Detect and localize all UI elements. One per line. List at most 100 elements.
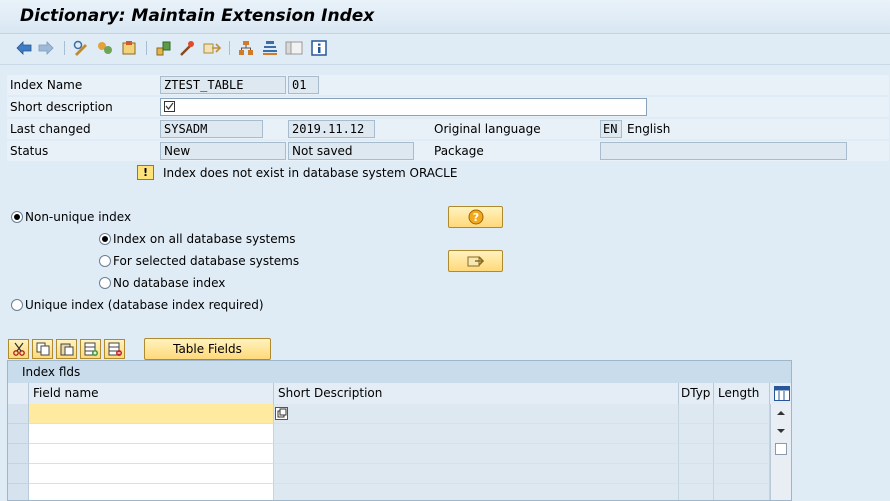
- display-change-icon[interactable]: [73, 39, 91, 57]
- short-description-input[interactable]: [160, 98, 647, 116]
- application-toolbar: [0, 34, 890, 65]
- insert-row-button[interactable]: [80, 339, 101, 359]
- non-unique-index-label: Non-unique index: [25, 210, 132, 224]
- index-name-field[interactable]: ZTEST_TABLE: [160, 76, 286, 94]
- index-fields-table: Index flds Field name Short Description …: [7, 360, 792, 501]
- original-language-code-field[interactable]: EN: [600, 120, 622, 138]
- paste-icon: [60, 343, 73, 356]
- other-object-icon[interactable]: [96, 39, 114, 57]
- toolbar-separator: [64, 41, 65, 55]
- toolbar-separator: [229, 41, 230, 55]
- object-list-icon[interactable]: [237, 39, 255, 57]
- forward-icon[interactable]: [37, 39, 55, 57]
- index-id-field[interactable]: 01: [288, 76, 319, 94]
- status-label: Status: [10, 144, 49, 158]
- table-row: [8, 484, 778, 500]
- row-selector[interactable]: [8, 484, 29, 500]
- status-field[interactable]: New: [160, 142, 286, 160]
- back-icon[interactable]: [15, 39, 33, 57]
- length-cell: [714, 404, 770, 424]
- table-row: [8, 444, 778, 464]
- warning-message: Index does not exist in database system …: [163, 166, 458, 180]
- copy-icon: [36, 342, 49, 356]
- short-description-cell: [274, 484, 679, 500]
- svg-text:?: ?: [472, 211, 478, 224]
- unique-index-radio[interactable]: [11, 299, 23, 311]
- question-icon: ?: [468, 209, 483, 225]
- table-row: [8, 404, 778, 424]
- unique-index-label: Unique index (database index required): [25, 298, 264, 312]
- scroll-down-icon[interactable]: [776, 427, 786, 435]
- last-changed-user-field[interactable]: SYSADM: [160, 120, 263, 138]
- help-button[interactable]: ?: [448, 206, 503, 228]
- header-corner[interactable]: [8, 383, 29, 404]
- row-selector[interactable]: [8, 464, 29, 484]
- delete-row-icon: [108, 342, 122, 356]
- required-check-icon: [164, 101, 175, 112]
- copy-button[interactable]: [32, 339, 53, 359]
- no-database-index-radio[interactable]: [99, 277, 111, 289]
- length-cell: [714, 444, 770, 464]
- warning-icon: !: [137, 165, 154, 180]
- length-cell: [714, 424, 770, 444]
- package-field[interactable]: [600, 142, 847, 160]
- row-index-name: [7, 75, 889, 95]
- all-database-systems-radio[interactable]: [99, 233, 111, 245]
- short-description-label: Short description: [10, 100, 113, 114]
- field-name-cell[interactable]: [29, 464, 274, 484]
- selected-database-systems-radio[interactable]: [99, 255, 111, 267]
- column-header-dtyp[interactable]: DTyp: [679, 383, 714, 404]
- length-cell: [714, 484, 770, 500]
- paste-button[interactable]: [56, 339, 77, 359]
- row-selector[interactable]: [8, 404, 29, 424]
- navigation-window-icon[interactable]: [261, 39, 279, 57]
- database-systems-button[interactable]: [448, 250, 503, 272]
- table-title-bar: Index flds: [8, 361, 791, 383]
- length-cell: [714, 464, 770, 484]
- column-header-length[interactable]: Length: [714, 383, 770, 404]
- dtyp-cell: [679, 444, 714, 464]
- column-header-field-name[interactable]: Field name: [29, 383, 274, 404]
- save-status-field[interactable]: Not saved: [288, 142, 414, 160]
- where-used-icon[interactable]: [203, 39, 221, 57]
- value-help-icon[interactable]: [275, 407, 288, 420]
- info-icon[interactable]: [310, 39, 328, 57]
- dtyp-cell: [679, 484, 714, 500]
- row-selector[interactable]: [8, 444, 29, 464]
- field-name-cell[interactable]: [29, 484, 274, 500]
- table-title: Index flds: [22, 365, 81, 379]
- table-fields-button[interactable]: Table Fields: [144, 338, 271, 360]
- selected-database-systems-label: For selected database systems: [113, 254, 300, 268]
- non-unique-index-radio[interactable]: [11, 211, 23, 223]
- index-name-label: Index Name: [10, 78, 83, 92]
- delete-row-button[interactable]: [104, 339, 125, 359]
- field-name-cell[interactable]: [29, 444, 274, 464]
- field-name-cell[interactable]: [29, 404, 274, 424]
- table-row: [8, 464, 778, 484]
- toolbar-separator: [146, 41, 147, 55]
- table-scrollbar[interactable]: [770, 404, 791, 500]
- short-description-cell: [274, 444, 679, 464]
- no-database-index-label: No database index: [113, 276, 226, 290]
- display-toggle-icon[interactable]: [285, 39, 303, 57]
- dtyp-cell: [679, 424, 714, 444]
- last-changed-date-field[interactable]: 2019.11.12: [288, 120, 375, 138]
- row-selector[interactable]: [8, 424, 29, 444]
- short-description-cell: [274, 424, 679, 444]
- cut-button[interactable]: [8, 339, 29, 359]
- check-icon[interactable]: [155, 39, 173, 57]
- goto-icon: [467, 256, 484, 267]
- insert-row-icon: [84, 342, 98, 356]
- short-description-cell: [274, 464, 679, 484]
- scroll-up-icon[interactable]: [776, 409, 786, 417]
- column-settings-icon[interactable]: [771, 384, 791, 403]
- activate-icon[interactable]: [178, 39, 196, 57]
- original-language-label: Original language: [434, 122, 541, 136]
- scroll-thumb[interactable]: [775, 443, 787, 455]
- title-bar: Dictionary: Maintain Extension Index: [0, 0, 890, 34]
- dtyp-cell: [679, 464, 714, 484]
- table-header: Field name Short Description DTyp Length: [8, 383, 791, 405]
- column-header-short-description[interactable]: Short Description: [274, 383, 679, 404]
- active-inactive-icon[interactable]: [120, 39, 138, 57]
- field-name-cell[interactable]: [29, 424, 274, 444]
